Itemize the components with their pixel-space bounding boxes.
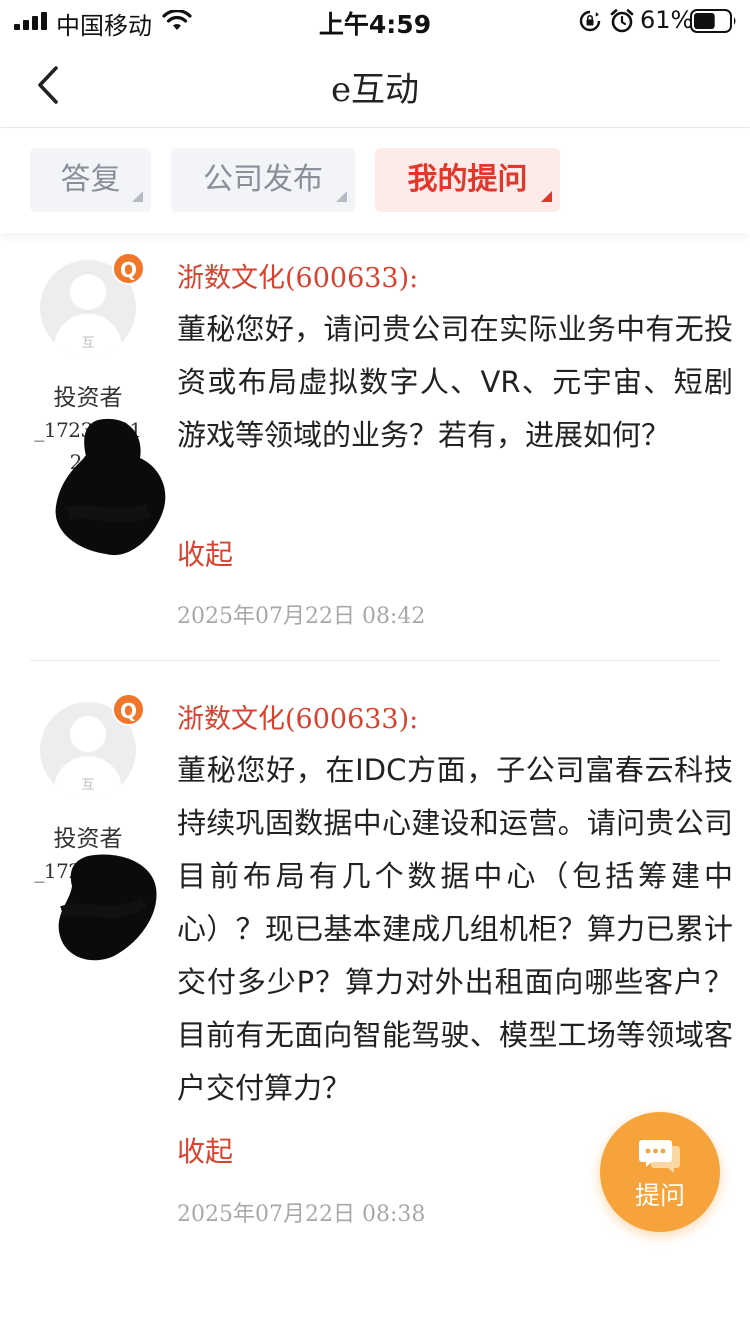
redaction-scribble [55,418,166,556]
rotation-lock-icon [579,10,601,32]
tab-label: 我的提问 [407,162,528,197]
clock-time: 上午4:59 [318,10,432,39]
collapse-link[interactable]: 收起 [177,533,233,573]
avatar-head-shape [70,274,106,310]
stock-name: 浙数文化(600633): [177,263,419,294]
tab-my-questions[interactable]: 我的提问 [375,148,560,212]
tab-company-release[interactable]: 公司发布 [171,148,355,212]
ask-button-label: 提问 [634,1181,685,1210]
redaction-scribble [58,854,157,961]
question-text: 董秘您好，请问贵公司在实际业务中有无投资或布局虚拟数字人、VR、元宇宙、短剧游戏… [177,312,733,452]
filter-tab-bar: 答复 公司发布 我的提问 [0,129,750,233]
tab-label: 公司发布 [203,162,323,197]
item-divider [30,660,720,661]
dropdown-corner-icon [336,191,347,202]
question-text: 董秘您好，在IDC方面，子公司富春云科技持续巩固数据中心建设和运营。请问贵公司目… [177,753,733,1105]
tab-answer[interactable]: 答复 [30,148,151,212]
alarm-icon [610,9,634,33]
question-timestamp: 2025年07月22日 08:38 [177,1202,426,1227]
avatar-watermark: 互 [81,778,95,793]
nav-bar: e互动 [0,44,750,128]
page-title: e互动 [330,70,420,110]
status-bar: 中国移动 上午4:59 61% [0,0,750,44]
avatar-watermark: 互 [81,336,95,351]
battery-percent: 61% [640,6,694,34]
question-badge: Q [112,693,145,726]
dropdown-corner-icon [132,191,143,202]
user-label: 投资者 [53,826,123,852]
question-timestamp: 2025年07月22日 08:42 [177,604,426,629]
question-badge: Q [112,252,145,285]
stock-name: 浙数文化(600633): [177,704,419,735]
battery-icon [690,9,736,33]
ask-question-button[interactable]: 提问 [600,1112,720,1232]
user-label: 投资者 [53,385,123,411]
chat-bubble-icon [639,1140,680,1173]
dropdown-corner-icon [541,191,552,202]
collapse-link[interactable]: 收起 [177,1130,233,1170]
avatar-head-shape [70,716,106,752]
tab-label: 答复 [60,162,121,197]
